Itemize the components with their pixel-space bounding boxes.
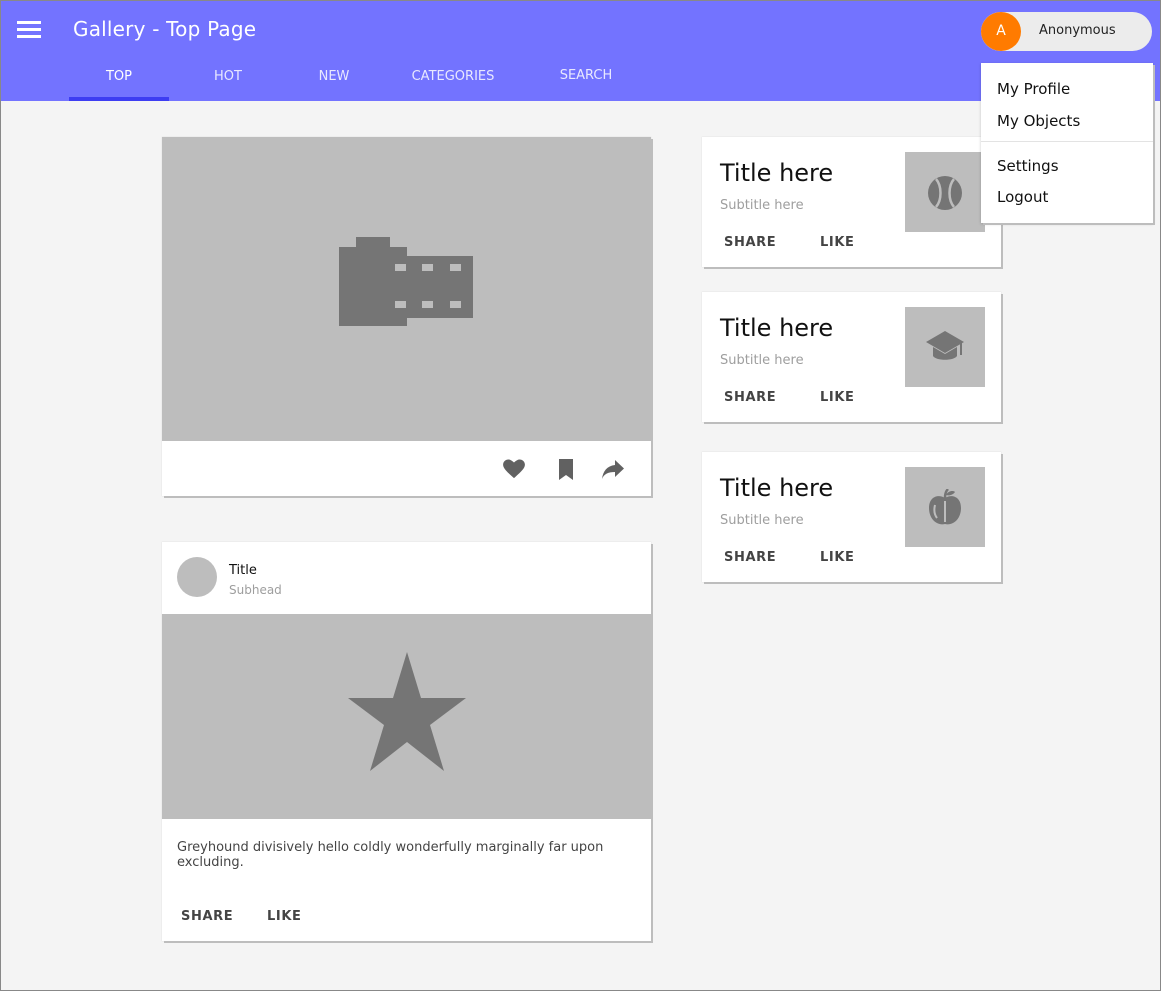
menu-item-logout[interactable]: Logout [997,188,1048,206]
card-subtitle: Subtitle here [720,198,804,213]
post-card: Title Subhead Greyhound divisively hello… [162,542,651,941]
user-account-chip[interactable]: A Anonymous [981,12,1152,51]
share-icon[interactable] [602,460,624,479]
heart-icon[interactable] [503,459,525,479]
hamburger-menu-icon[interactable] [15,19,43,41]
card-title: Title here [720,314,834,342]
menu-item-settings[interactable]: Settings [997,157,1059,175]
page-title: Gallery - Top Page [73,17,257,41]
card-thumbnail [905,152,985,232]
tab-search[interactable]: SEARCH [536,68,636,83]
menu-divider [981,141,1153,142]
user-menu-dropdown: My Profile My Objects Settings Logout [981,63,1153,223]
like-button[interactable]: LIKE [820,550,854,565]
tab-top[interactable]: TOP [69,69,169,84]
like-button[interactable]: LIKE [820,390,854,405]
like-button[interactable]: LIKE [267,909,301,924]
card-subtitle: Subtitle here [720,353,804,368]
menu-item-my-profile[interactable]: My Profile [997,80,1070,98]
card-thumbnail [905,307,985,387]
card-title: Title here [720,159,834,187]
small-card-1: Title here Subtitle here SHARE LIKE [702,137,1001,267]
card-title: Title here [720,474,834,502]
post-media [162,614,651,819]
tab-new[interactable]: NEW [284,69,384,84]
star-icon [348,652,466,771]
small-card-3: Title here Subtitle here SHARE LIKE [702,452,1001,582]
tab-categories[interactable]: CATEGORIES [401,69,505,84]
bookmark-icon[interactable] [558,459,574,480]
graduation-cap-icon [926,331,964,360]
share-button[interactable]: SHARE [181,909,233,924]
active-tab-indicator [69,97,169,101]
feature-card [162,137,651,496]
like-button[interactable]: LIKE [820,235,854,250]
share-button[interactable]: SHARE [724,390,776,405]
camera-icon [339,237,473,326]
post-title: Title [229,563,257,578]
post-body-text: Greyhound divisively hello coldly wonder… [177,840,604,870]
tennis-ball-icon [928,176,962,210]
post-subhead: Subhead [229,583,282,597]
share-button[interactable]: SHARE [724,550,776,565]
feature-media [162,137,651,441]
card-subtitle: Subtitle here [720,513,804,528]
small-card-2: Title here Subtitle here SHARE LIKE [702,292,1001,422]
apple-icon [929,489,961,525]
share-button[interactable]: SHARE [724,235,776,250]
avatar [177,557,217,597]
avatar: A [981,12,1021,51]
user-name: Anonymous [1039,23,1116,38]
tab-hot[interactable]: HOT [178,69,278,84]
card-thumbnail [905,467,985,547]
menu-item-my-objects[interactable]: My Objects [997,112,1080,130]
